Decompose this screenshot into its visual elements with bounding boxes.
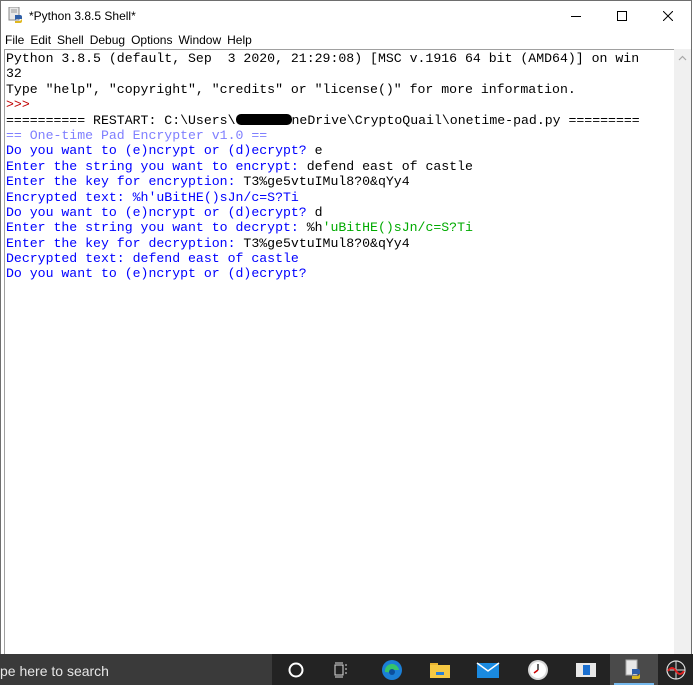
- shell-line: == One-time Pad Encrypter v1.0 ==: [6, 128, 640, 143]
- alarms-clock-icon[interactable]: [514, 654, 562, 685]
- shell-line: >>>: [6, 97, 640, 112]
- menu-options[interactable]: Options: [131, 33, 172, 47]
- cortana-icon[interactable]: [272, 654, 320, 685]
- shell-text-segment: Enter the string you want to encrypt:: [6, 158, 307, 174]
- task-view-icon[interactable]: [318, 654, 366, 685]
- shell-line: Enter the key for encryption: T3%ge5vtuI…: [6, 174, 640, 189]
- minimize-button[interactable]: [553, 1, 599, 31]
- shell-line: Do you want to (e)ncrypt or (d)ecrypt? d: [6, 205, 640, 220]
- shell-line: Type "help", "copyright", "credits" or "…: [6, 82, 640, 97]
- shell-line: Enter the string you want to decrypt: %h…: [6, 220, 640, 235]
- shell-text-segment: defend east of castle: [306, 158, 473, 174]
- shell-output: Python 3.8.5 (default, Sep 3 2020, 21:29…: [6, 51, 640, 282]
- menu-window[interactable]: Window: [178, 33, 221, 47]
- shell-line: 32: [6, 66, 640, 81]
- maximize-button[interactable]: [599, 1, 645, 31]
- shell-text-segment: T3%ge5vtuIMul8?0&qYy4: [243, 174, 410, 190]
- shell-text-segment: Enter the string you want to decrypt:: [6, 220, 307, 236]
- shell-text-segment: d: [314, 204, 323, 220]
- shell-text-segment: Python 3.8.5 (default, Sep 3 2020, 21:29…: [6, 51, 640, 66]
- network-web-icon[interactable]: [658, 654, 693, 685]
- shell-line: Decrypted text: defend east of castle: [6, 251, 640, 266]
- shell-line: Enter the string you want to encrypt: de…: [6, 159, 640, 174]
- windows-taskbar: pe here to search: [0, 654, 693, 685]
- menu-edit[interactable]: Edit: [30, 33, 51, 47]
- shell-text-segment: Enter the key for encryption:: [6, 174, 244, 190]
- shell-line: Python 3.8.5 (default, Sep 3 2020, 21:29…: [6, 51, 640, 66]
- menu-file[interactable]: File: [5, 33, 24, 47]
- mail-icon[interactable]: [464, 654, 512, 685]
- shell-text-segment: 32: [6, 66, 22, 82]
- shell-text-segment: T3%ge5vtuIMul8?0&qYy4: [243, 235, 410, 251]
- shell-line: Enter the key for decryption: T3%ge5vtuI…: [6, 236, 640, 251]
- app-window-icon[interactable]: [562, 654, 610, 685]
- python-idle-app-icon: [8, 6, 24, 24]
- shell-line: Encrypted text: %h'uBitHE()sJn/c=S?Ti: [6, 190, 640, 205]
- shell-text-segment: >>>: [6, 97, 38, 113]
- shell-text-segment: neDrive\CryptoQuail\onetime-pad.py =====…: [291, 112, 640, 128]
- shell-text-segment: Enter the key for decryption:: [6, 235, 244, 251]
- shell-text-segment: ========== RESTART: C:\Users\: [6, 112, 236, 128]
- title-bar[interactable]: *Python 3.8.5 Shell*: [1, 1, 691, 31]
- close-button[interactable]: [645, 1, 691, 31]
- shell-text-segment: Do you want to (e)ncrypt or (d)ecrypt?: [6, 266, 315, 282]
- menu-help[interactable]: Help: [227, 33, 252, 47]
- shell-text-segment: %h: [306, 220, 323, 236]
- taskbar-search-box[interactable]: pe here to search: [0, 654, 272, 685]
- redacted-username: [235, 113, 292, 125]
- shell-text-segment: Do you want to (e)ncrypt or (d)ecrypt?: [6, 204, 315, 220]
- vertical-scrollbar[interactable]: [674, 49, 691, 654]
- edge-icon[interactable]: [368, 654, 416, 685]
- shell-text-segment: 'uBitHE()sJn/c=S?Ti: [322, 220, 473, 236]
- shell-text-segment: == One-time Pad Encrypter v1.0 ==: [6, 127, 268, 143]
- scroll-up-arrow-icon[interactable]: [674, 49, 691, 66]
- shell-line: ========== RESTART: C:\Users\ neDrive\Cry…: [6, 113, 640, 128]
- shell-line: Do you want to (e)ncrypt or (d)ecrypt? e: [6, 143, 640, 158]
- shell-text-segment: Do you want to (e)ncrypt or (d)ecrypt?: [6, 143, 315, 159]
- shell-line: Do you want to (e)ncrypt or (d)ecrypt?: [6, 266, 640, 281]
- idle-shell-window: *Python 3.8.5 Shell* File Edit Shell Deb…: [0, 0, 692, 654]
- python-idle-icon[interactable]: [610, 654, 658, 685]
- shell-text-area[interactable]: Python 3.8.5 (default, Sep 3 2020, 21:29…: [4, 49, 674, 654]
- menu-debug[interactable]: Debug: [90, 33, 125, 47]
- shell-text-segment: Encrypted text: %h'uBitHE()sJn/c=S?Ti: [6, 189, 299, 205]
- menu-shell[interactable]: Shell: [57, 33, 84, 47]
- menu-bar: File Edit Shell Debug Options Window Hel…: [1, 31, 691, 49]
- search-placeholder: pe here to search: [0, 663, 109, 679]
- shell-text-segment: Decrypted text: defend east of castle: [6, 251, 299, 267]
- file-explorer-icon[interactable]: [416, 654, 464, 685]
- window-title: *Python 3.8.5 Shell*: [29, 9, 136, 23]
- shell-text-segment: e: [314, 143, 323, 159]
- shell-text-segment: Type "help", "copyright", "credits" or "…: [6, 81, 576, 97]
